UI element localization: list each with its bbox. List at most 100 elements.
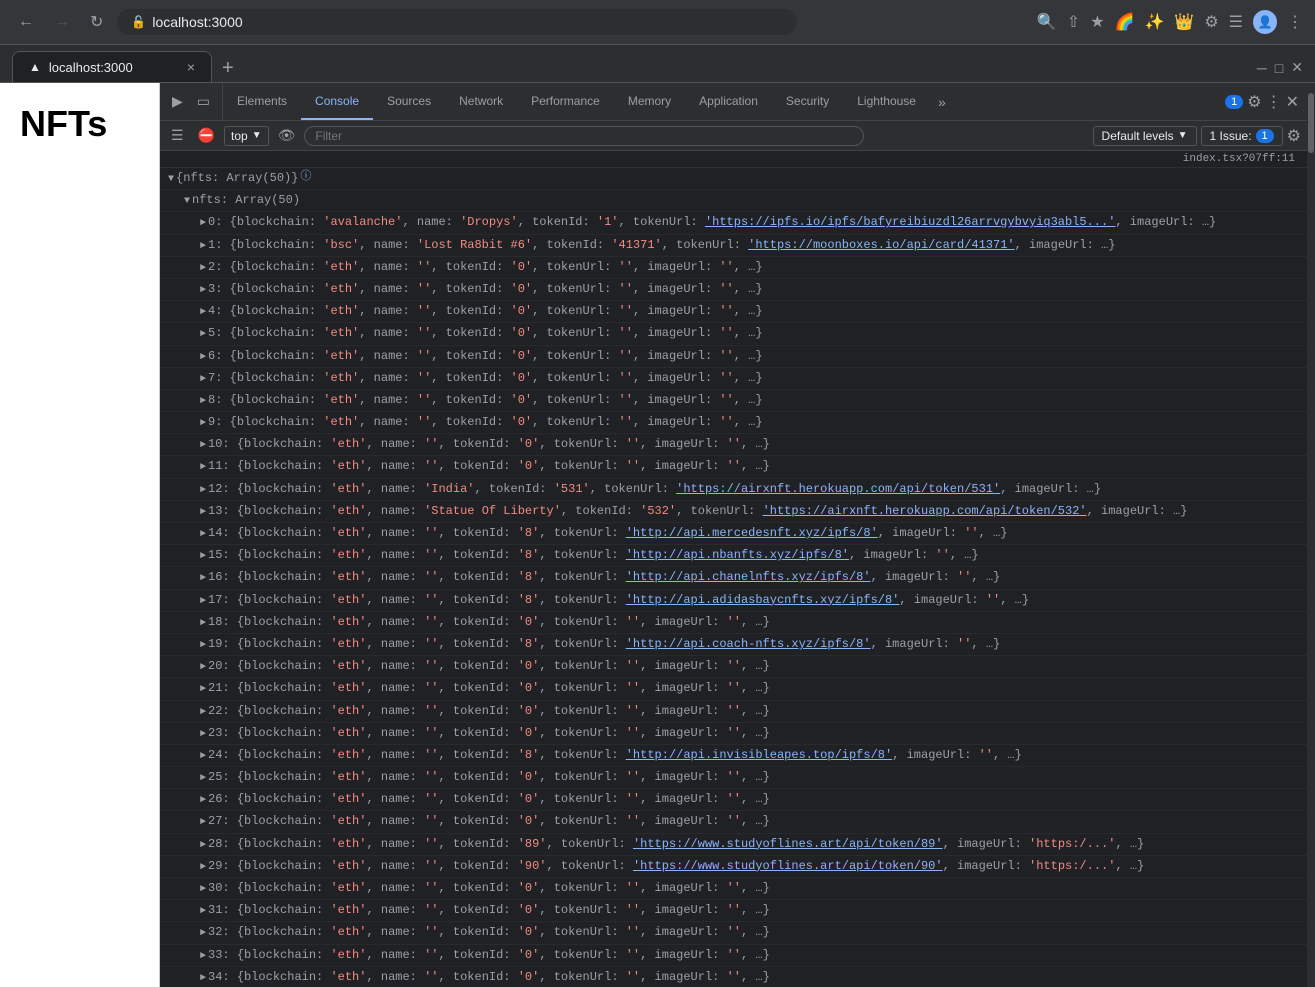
sidebar-toggle-button[interactable]: ☰ bbox=[166, 125, 189, 146]
tab-console[interactable]: Console bbox=[301, 83, 373, 120]
expand-arrow[interactable]: ► bbox=[200, 438, 206, 454]
devtools-scrollbar[interactable] bbox=[1307, 83, 1315, 987]
nav-back-button[interactable]: ← bbox=[12, 9, 40, 35]
console-badge[interactable]: 1 bbox=[1225, 95, 1243, 109]
search-icon[interactable]: 🔍 bbox=[1037, 12, 1057, 32]
expand-arrow[interactable]: ► bbox=[200, 549, 206, 565]
tab-lighthouse[interactable]: Lighthouse bbox=[843, 83, 930, 120]
tab-application[interactable]: Application bbox=[685, 83, 772, 120]
sidebar-icon[interactable]: ☰ bbox=[1229, 12, 1243, 32]
inspect-icon[interactable]: ▶ bbox=[166, 89, 189, 114]
expand-arrow[interactable]: ► bbox=[200, 239, 206, 255]
maximize-icon[interactable]: □ bbox=[1275, 60, 1283, 76]
expand-arrow[interactable]: ► bbox=[200, 971, 206, 987]
expand-arrow[interactable]: ► bbox=[200, 505, 206, 521]
eye-button[interactable]: 👁 bbox=[273, 125, 301, 146]
expand-arrow[interactable]: ► bbox=[200, 926, 206, 942]
devtools-panel: ▶ ▭ Elements Console Sources Network Per… bbox=[160, 83, 1307, 987]
expand-arrow[interactable]: ► bbox=[200, 682, 206, 698]
top-selector[interactable]: top ▼ bbox=[224, 126, 269, 146]
expand-arrow[interactable]: ► bbox=[200, 483, 206, 499]
more-tabs-button[interactable]: » bbox=[930, 83, 954, 120]
expand-arrow-nfts[interactable]: ▼ bbox=[184, 194, 190, 210]
nav-forward-button[interactable]: → bbox=[48, 9, 76, 35]
list-item: ►25: {blockchain: 'eth', name: '', token… bbox=[160, 767, 1307, 789]
tab-performance[interactable]: Performance bbox=[517, 83, 614, 120]
default-levels-selector[interactable]: Default levels ▼ bbox=[1093, 126, 1197, 146]
line-content: 4: {blockchain: 'eth', name: '', tokenId… bbox=[208, 302, 1307, 321]
expand-arrow[interactable]: ► bbox=[200, 793, 206, 809]
expand-arrow[interactable]: ► bbox=[200, 616, 206, 632]
extension-icon-2[interactable]: ✨ bbox=[1144, 12, 1164, 32]
expand-arrow[interactable]: ► bbox=[200, 261, 206, 277]
expand-arrow[interactable]: ► bbox=[200, 350, 206, 366]
expand-arrow[interactable]: ► bbox=[200, 416, 206, 432]
tab-security[interactable]: Security bbox=[772, 83, 843, 120]
expand-arrow[interactable]: ► bbox=[200, 594, 206, 610]
bookmark-icon[interactable]: ★ bbox=[1090, 12, 1104, 32]
devtools-close-icon[interactable]: ✕ bbox=[1286, 92, 1299, 112]
expand-arrow[interactable]: ► bbox=[200, 904, 206, 920]
chrome-menu-icon[interactable]: ⋮ bbox=[1287, 12, 1303, 32]
expand-arrow[interactable]: ► bbox=[200, 705, 206, 721]
default-levels-label: Default levels bbox=[1102, 129, 1174, 143]
expand-arrow[interactable]: ► bbox=[200, 372, 206, 388]
list-item: ►29: {blockchain: 'eth', name: '', token… bbox=[160, 856, 1307, 878]
console-filter-input[interactable] bbox=[304, 126, 864, 146]
list-item: ►24: {blockchain: 'eth', name: '', token… bbox=[160, 745, 1307, 767]
console-source-link: index.tsx?07ff:11 bbox=[160, 151, 1307, 168]
chevron-down-icon: ▼ bbox=[252, 130, 262, 141]
browser-tab[interactable]: ▲ localhost:3000 × bbox=[12, 51, 212, 82]
console-output[interactable]: index.tsx?07ff:11 ▼ {nfts: Array(50)} ⓘ … bbox=[160, 151, 1307, 987]
extension-icon-1[interactable]: 🌈 bbox=[1115, 12, 1135, 32]
tab-memory[interactable]: Memory bbox=[614, 83, 685, 120]
stop-recording-button[interactable]: ⛔ bbox=[193, 125, 220, 146]
list-item: ►8: {blockchain: 'eth', name: '', tokenI… bbox=[160, 390, 1307, 412]
console-settings-icon[interactable]: ⚙ bbox=[1287, 126, 1301, 146]
close-window-icon[interactable]: ✕ bbox=[1291, 59, 1303, 76]
tab-network[interactable]: Network bbox=[445, 83, 517, 120]
tab-elements[interactable]: Elements bbox=[223, 83, 301, 120]
line-content: 12: {blockchain: 'eth', name: 'India', t… bbox=[208, 480, 1307, 499]
new-tab-button[interactable]: + bbox=[212, 54, 244, 82]
tab-sources[interactable]: Sources bbox=[373, 83, 445, 120]
expand-arrow[interactable]: ► bbox=[200, 571, 206, 587]
expand-arrow[interactable]: ► bbox=[200, 882, 206, 898]
nav-reload-button[interactable]: ↻ bbox=[84, 8, 109, 36]
expand-arrow[interactable]: ► bbox=[200, 660, 206, 676]
line-content: 17: {blockchain: 'eth', name: '', tokenI… bbox=[208, 591, 1307, 610]
line-content: 32: {blockchain: 'eth', name: '', tokenI… bbox=[208, 923, 1307, 942]
source-link[interactable]: index.tsx?07ff:11 bbox=[1183, 153, 1295, 165]
expand-arrow[interactable]: ► bbox=[200, 727, 206, 743]
expand-arrow[interactable]: ► bbox=[200, 860, 206, 876]
puzzle-icon[interactable]: ⚙ bbox=[1204, 12, 1218, 32]
list-item: ►16: {blockchain: 'eth', name: '', token… bbox=[160, 567, 1307, 589]
devtools-more-icon[interactable]: ⋮ bbox=[1266, 92, 1282, 112]
list-item: ►23: {blockchain: 'eth', name: '', token… bbox=[160, 723, 1307, 745]
device-icon[interactable]: ▭ bbox=[191, 89, 216, 114]
expand-arrow[interactable]: ► bbox=[200, 771, 206, 787]
profile-avatar[interactable]: 👤 bbox=[1253, 10, 1277, 34]
expand-arrow[interactable]: ► bbox=[200, 838, 206, 854]
expand-arrow[interactable]: ► bbox=[200, 216, 206, 232]
list-item: ►7: {blockchain: 'eth', name: '', tokenI… bbox=[160, 368, 1307, 390]
expand-arrow[interactable]: ► bbox=[200, 638, 206, 654]
expand-arrow[interactable]: ► bbox=[200, 394, 206, 410]
expand-arrow[interactable]: ► bbox=[200, 749, 206, 765]
expand-arrow[interactable]: ► bbox=[200, 949, 206, 965]
address-text[interactable]: localhost:3000 bbox=[152, 14, 242, 30]
expand-arrow[interactable]: ► bbox=[200, 815, 206, 831]
list-item: ►0: {blockchain: 'avalanche', name: 'Dro… bbox=[160, 212, 1307, 234]
tab-close-button[interactable]: × bbox=[187, 59, 195, 75]
share-icon[interactable]: ⇧ bbox=[1067, 12, 1080, 32]
expand-arrow[interactable]: ► bbox=[200, 460, 206, 476]
devtools-settings-icon[interactable]: ⚙ bbox=[1247, 92, 1261, 112]
minimize-icon[interactable]: ─ bbox=[1257, 60, 1267, 76]
extension-icon-3[interactable]: 👑 bbox=[1174, 12, 1194, 32]
expand-arrow[interactable]: ► bbox=[200, 527, 206, 543]
issue-badge-container[interactable]: 1 Issue: 1 bbox=[1201, 126, 1283, 146]
expand-arrow-root[interactable]: ▼ bbox=[168, 172, 174, 188]
expand-arrow[interactable]: ► bbox=[200, 305, 206, 321]
expand-arrow[interactable]: ► bbox=[200, 327, 206, 343]
expand-arrow[interactable]: ► bbox=[200, 283, 206, 299]
